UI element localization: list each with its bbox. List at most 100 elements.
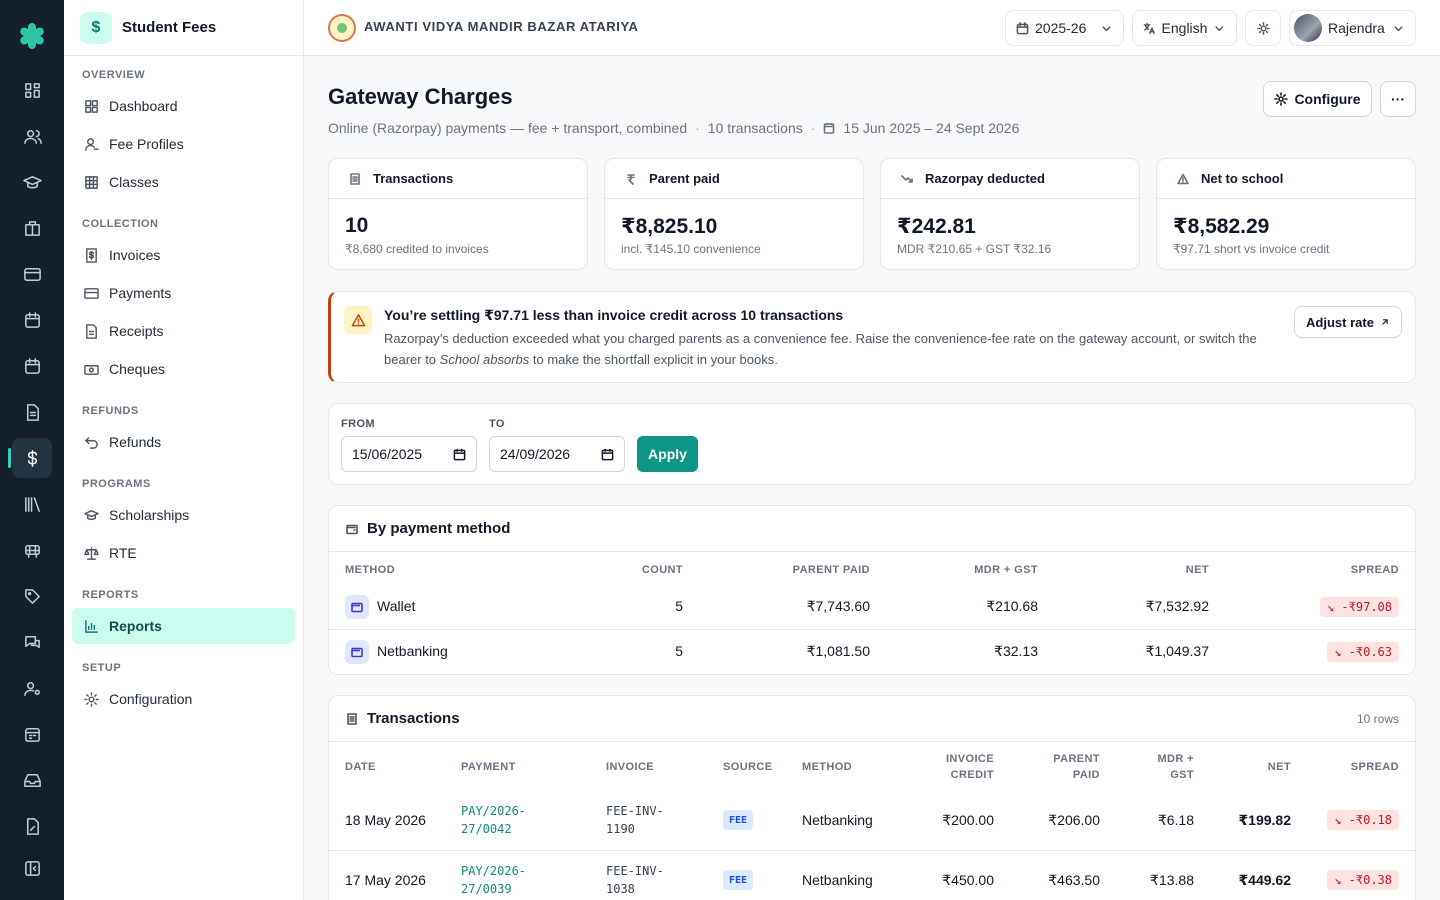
payment-link[interactable]: PAY/2026- 27/0042: [461, 802, 526, 838]
rail-schedule-icon[interactable]: [12, 714, 52, 754]
rail-calendar-icon[interactable]: [12, 300, 52, 340]
row-divider: [329, 629, 1415, 630]
stat-header: Razorpay deducted: [881, 159, 1139, 199]
rail-graduation-icon[interactable]: [12, 162, 52, 202]
method-mdr: ₹32.13: [994, 643, 1038, 659]
sidebar-item-classes[interactable]: Classes: [72, 164, 295, 200]
dollar-icon: $: [80, 11, 112, 44]
tx-mdr: ₹6.18: [1157, 812, 1194, 828]
tx-invoice-credit: ₹450.00: [942, 872, 994, 888]
rail-inbox-icon[interactable]: [12, 760, 52, 800]
stat-label: Transactions: [373, 171, 454, 186]
receipt-icon: [347, 713, 357, 725]
sidebar-item-dashboard[interactable]: Dashboard: [72, 88, 295, 124]
sidebar-item-cheques[interactable]: Cheques: [72, 351, 295, 387]
grid-icon: [85, 100, 98, 113]
payment-id-line: 27/0039: [461, 882, 512, 896]
rail-file-edit-icon[interactable]: [12, 806, 52, 846]
date-range: 15 Jun 2025 – 24 Sept 2026: [843, 120, 1020, 136]
rail-collapse-icon[interactable]: [12, 848, 52, 888]
stat-note: MDR ₹210.65 + GST ₹32.16: [897, 242, 1052, 256]
spread-badge: ↘ -₹0.63: [1327, 642, 1399, 662]
row-count: 10 rows: [1356, 711, 1399, 726]
col-parent-paid: PARENT PAID: [792, 564, 870, 576]
payment-id-line: PAY/2026-: [461, 864, 527, 878]
date-filter: FROM 15/06/2025 TO 24/09/2026 Apply: [328, 403, 1416, 485]
user-menu[interactable]: Rajendra: [1289, 10, 1416, 46]
tx-method: Netbanking: [802, 872, 873, 888]
header-line: PARENT: [1053, 753, 1100, 765]
rail-dashboard-icon[interactable]: [12, 70, 52, 110]
sidebar-item-scholarships[interactable]: Scholarships: [72, 497, 295, 533]
rail-user-settings-icon[interactable]: [12, 668, 52, 708]
app-rail: [0, 0, 64, 900]
sidebar-item-fee-profiles[interactable]: Fee Profiles: [72, 126, 295, 162]
topbar: AWANTI VIDYA MANDIR BAZAR ATARIYA 2025-2…: [304, 0, 1440, 56]
method-net: ₹7,532.92: [1145, 598, 1209, 614]
method-parent-paid: ₹7,743.60: [806, 598, 870, 614]
language-value: English: [1161, 20, 1208, 36]
rail-chat-icon[interactable]: [12, 622, 52, 662]
app-logo-icon[interactable]: [17, 21, 47, 51]
sidebar-header: $ Student Fees: [64, 0, 303, 56]
theme-toggle[interactable]: [1245, 10, 1281, 46]
sidebar-item-payments[interactable]: Payments: [72, 275, 295, 311]
rail-fees-icon[interactable]: [8, 438, 52, 478]
method-count: 5: [675, 598, 683, 614]
method-name: Netbanking: [377, 643, 448, 659]
sidebar-section-collection: COLLECTION: [82, 218, 159, 230]
invoice-id-line: FEE-INV-: [606, 804, 664, 818]
tx-mdr: ₹13.88: [1150, 872, 1194, 888]
alert-body-emphasis: School absorbs: [439, 352, 530, 367]
stat-card-transactions: Transactions 10 ₹8,680 credited to invoi…: [328, 158, 588, 270]
separator-dot: ·: [810, 120, 816, 136]
translate-icon: [1143, 22, 1155, 34]
academic-year-select[interactable]: 2025-26: [1005, 10, 1124, 46]
tx-invoice-credit: ₹200.00: [942, 812, 994, 828]
sidebar-item-label: Receipts: [109, 323, 164, 339]
spread-badge: ↘ -₹0.18: [1327, 810, 1399, 830]
sidebar-item-receipts[interactable]: Receipts: [72, 313, 295, 349]
invoice-icon: [86, 248, 97, 263]
invoice-id[interactable]: FEE-INV- 1038: [606, 862, 664, 898]
method-mdr: ₹210.68: [986, 598, 1038, 614]
adjust-rate-button[interactable]: Adjust rate: [1294, 306, 1402, 338]
academic-year-value: 2025-26: [1035, 20, 1087, 36]
receipt-icon: [350, 173, 360, 185]
rail-document-icon[interactable]: [12, 392, 52, 432]
sidebar-section-overview: OVERVIEW: [82, 69, 146, 81]
rail-bus-icon[interactable]: [12, 530, 52, 570]
more-options-button[interactable]: ···: [1380, 81, 1416, 117]
sidebar-item-rte[interactable]: RTE: [72, 535, 295, 571]
chevron-down-icon: [1215, 25, 1224, 31]
method-parent-paid: ₹1,081.50: [806, 643, 870, 659]
apply-button[interactable]: Apply: [637, 436, 698, 472]
rail-card-icon[interactable]: [12, 254, 52, 294]
sidebar-item-refunds[interactable]: Refunds: [72, 424, 295, 460]
more-icon: ···: [1391, 91, 1405, 107]
configure-button[interactable]: Configure: [1263, 81, 1372, 117]
rail-users-icon[interactable]: [12, 116, 52, 156]
col-spread: SPREAD: [1350, 761, 1399, 773]
rail-calendar-check-icon[interactable]: [12, 346, 52, 386]
sidebar-item-invoices[interactable]: Invoices: [72, 237, 295, 273]
sidebar-item-reports[interactable]: Reports: [72, 608, 295, 644]
language-select[interactable]: English: [1132, 10, 1237, 46]
rail-tag-icon[interactable]: [12, 576, 52, 616]
main-content: Gateway Charges Online (Razorpay) paymen…: [304, 56, 1440, 900]
user-icon: [85, 138, 99, 151]
receipt-icon: [86, 324, 97, 339]
stat-note: incl. ₹145.10 convenience: [621, 242, 761, 256]
payment-link[interactable]: PAY/2026- 27/0039: [461, 862, 526, 898]
sidebar-item-configuration[interactable]: Configuration: [72, 681, 295, 717]
sidebar-section-reports: REPORTS: [82, 589, 139, 601]
rail-library-icon[interactable]: [12, 484, 52, 524]
gear-icon: [1274, 92, 1289, 106]
invoice-id[interactable]: FEE-INV- 1190: [606, 802, 664, 838]
to-date-input[interactable]: 24/09/2026: [489, 436, 625, 472]
rail-building-icon[interactable]: [12, 208, 52, 248]
from-date-input[interactable]: 15/06/2025: [341, 436, 477, 472]
configure-label: Configure: [1294, 91, 1361, 107]
card-header: Transactions 10 rows: [329, 696, 1415, 742]
undo-icon: [85, 437, 98, 449]
